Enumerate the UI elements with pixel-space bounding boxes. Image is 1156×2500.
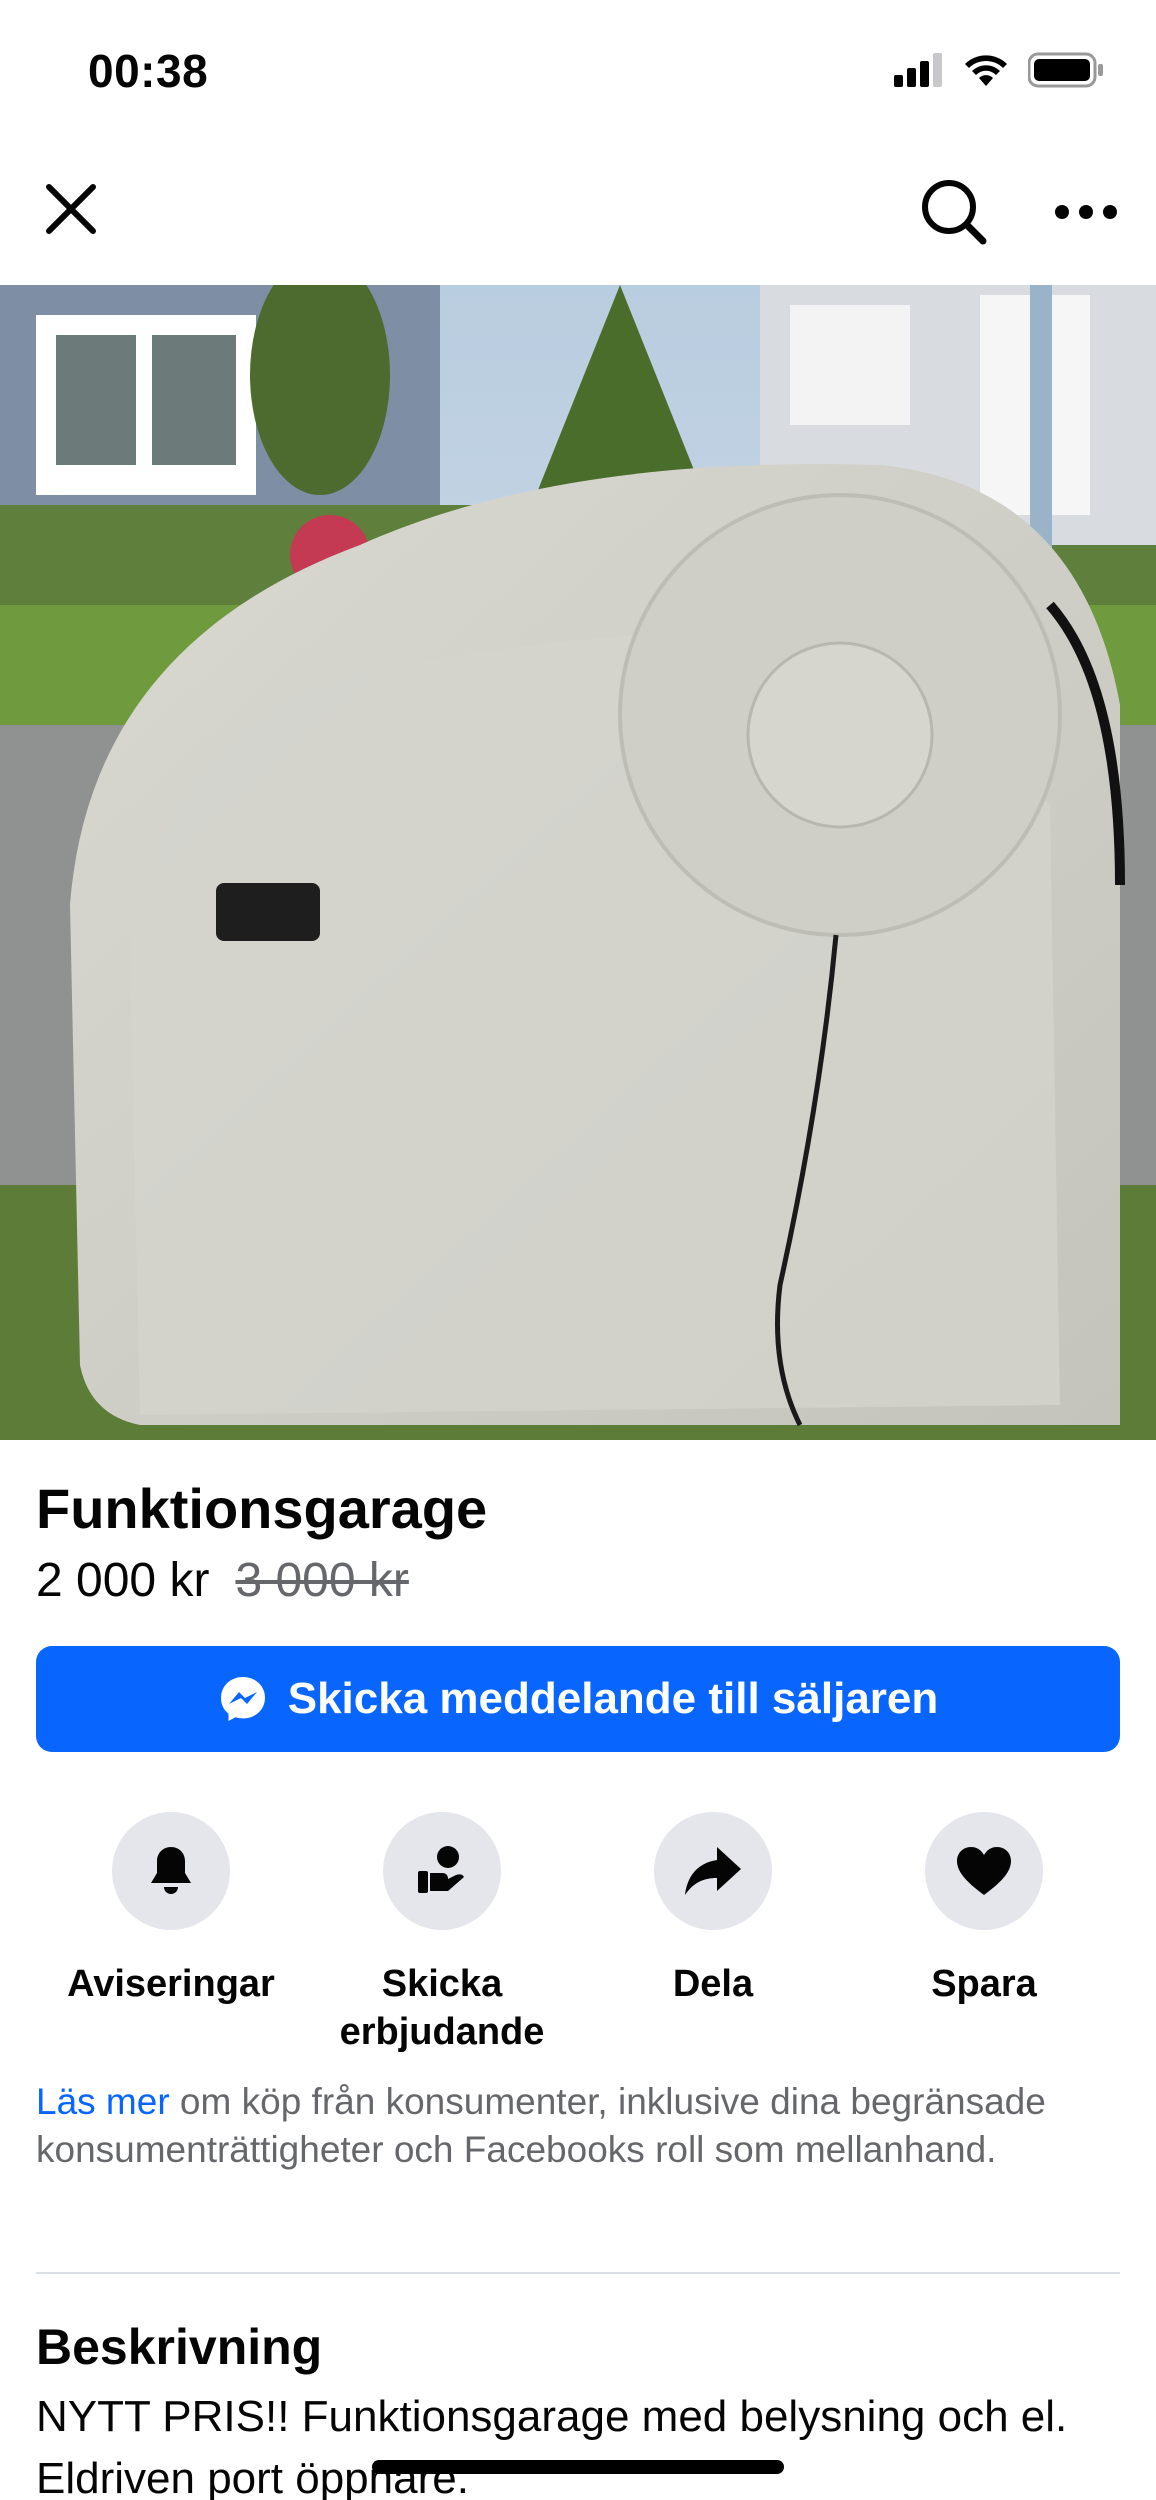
- action-row: Aviseringar Skicka erbjudande Dela Spara: [0, 1812, 1156, 2053]
- read-more-link[interactable]: Läs mer: [36, 2081, 170, 2122]
- search-button[interactable]: [914, 172, 994, 252]
- old-price: 3 000 kr: [235, 1554, 409, 1607]
- current-price: 2 000 kr: [36, 1554, 210, 1607]
- consumer-disclaimer: Läs mer om köp från konsumenter, inklusi…: [36, 2078, 1120, 2174]
- notifications-button[interactable]: Aviseringar: [36, 1812, 306, 2008]
- share-label: Dela: [672, 1963, 754, 2005]
- send-offer-label: Skicka erbjudande: [339, 1963, 545, 2053]
- more-button[interactable]: [1046, 172, 1126, 252]
- divider: [36, 2272, 1120, 2274]
- close-button[interactable]: [36, 174, 106, 244]
- search-icon: [922, 180, 987, 245]
- listing-title: Funktionsgarage: [36, 1477, 488, 1540]
- share-circle: [654, 1812, 772, 1930]
- save-label: Spara: [931, 1963, 1037, 2005]
- disclaimer-text: om köp från konsumenter, inklusive dina …: [36, 2081, 1046, 2170]
- share-button[interactable]: Dela: [578, 1812, 848, 2008]
- description-heading: Beskrivning: [36, 2319, 323, 2375]
- price-row: 2 000 kr 3 000 kr: [36, 1553, 409, 1608]
- message-seller-button[interactable]: Skicka meddelande till säljaren: [36, 1646, 1120, 1752]
- heart-icon: [957, 1847, 1011, 1895]
- status-icons: [894, 52, 1104, 93]
- listing-photo[interactable]: [0, 285, 1156, 1440]
- bell-icon: [151, 1847, 191, 1894]
- message-seller-label: Skicka meddelande till säljaren: [287, 1674, 939, 1723]
- status-bar: 00:38: [0, 0, 1156, 150]
- save-circle: [925, 1812, 1043, 1930]
- offer-icon: [418, 1846, 464, 1893]
- signal-icon: [894, 53, 944, 92]
- messenger-icon: [220, 1677, 265, 1721]
- close-icon: [46, 184, 96, 234]
- status-time: 00:38: [88, 45, 209, 97]
- more-icon: [1055, 205, 1117, 219]
- nav-bar: [0, 150, 1156, 285]
- notifications-label: Aviseringar: [67, 1963, 275, 2005]
- home-indicator[interactable]: [372, 2460, 784, 2474]
- wifi-icon: [962, 52, 1010, 93]
- send-offer-button[interactable]: Skicka erbjudande: [307, 1812, 577, 2056]
- share-icon: [685, 1847, 741, 1895]
- notifications-circle: [112, 1812, 230, 1930]
- description-text: NYTT PRIS!! Funktionsgarage med belysnin…: [36, 2392, 1068, 2500]
- save-button[interactable]: Spara: [849, 1812, 1119, 2008]
- send-offer-circle: [383, 1812, 501, 1930]
- battery-icon: [1027, 52, 1104, 93]
